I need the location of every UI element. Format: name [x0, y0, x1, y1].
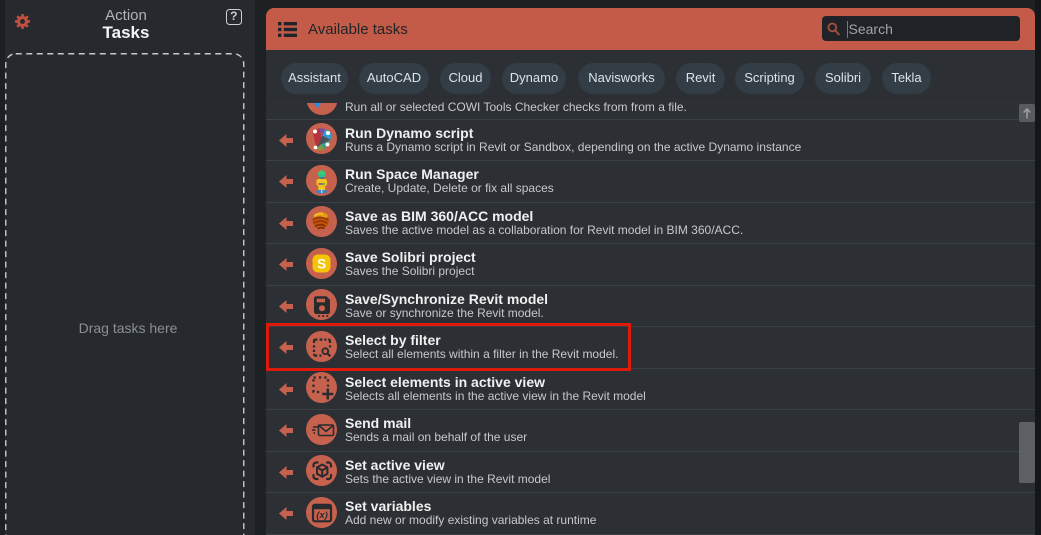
- svg-text:(x): (x): [316, 509, 328, 520]
- svg-text:S: S: [317, 256, 326, 271]
